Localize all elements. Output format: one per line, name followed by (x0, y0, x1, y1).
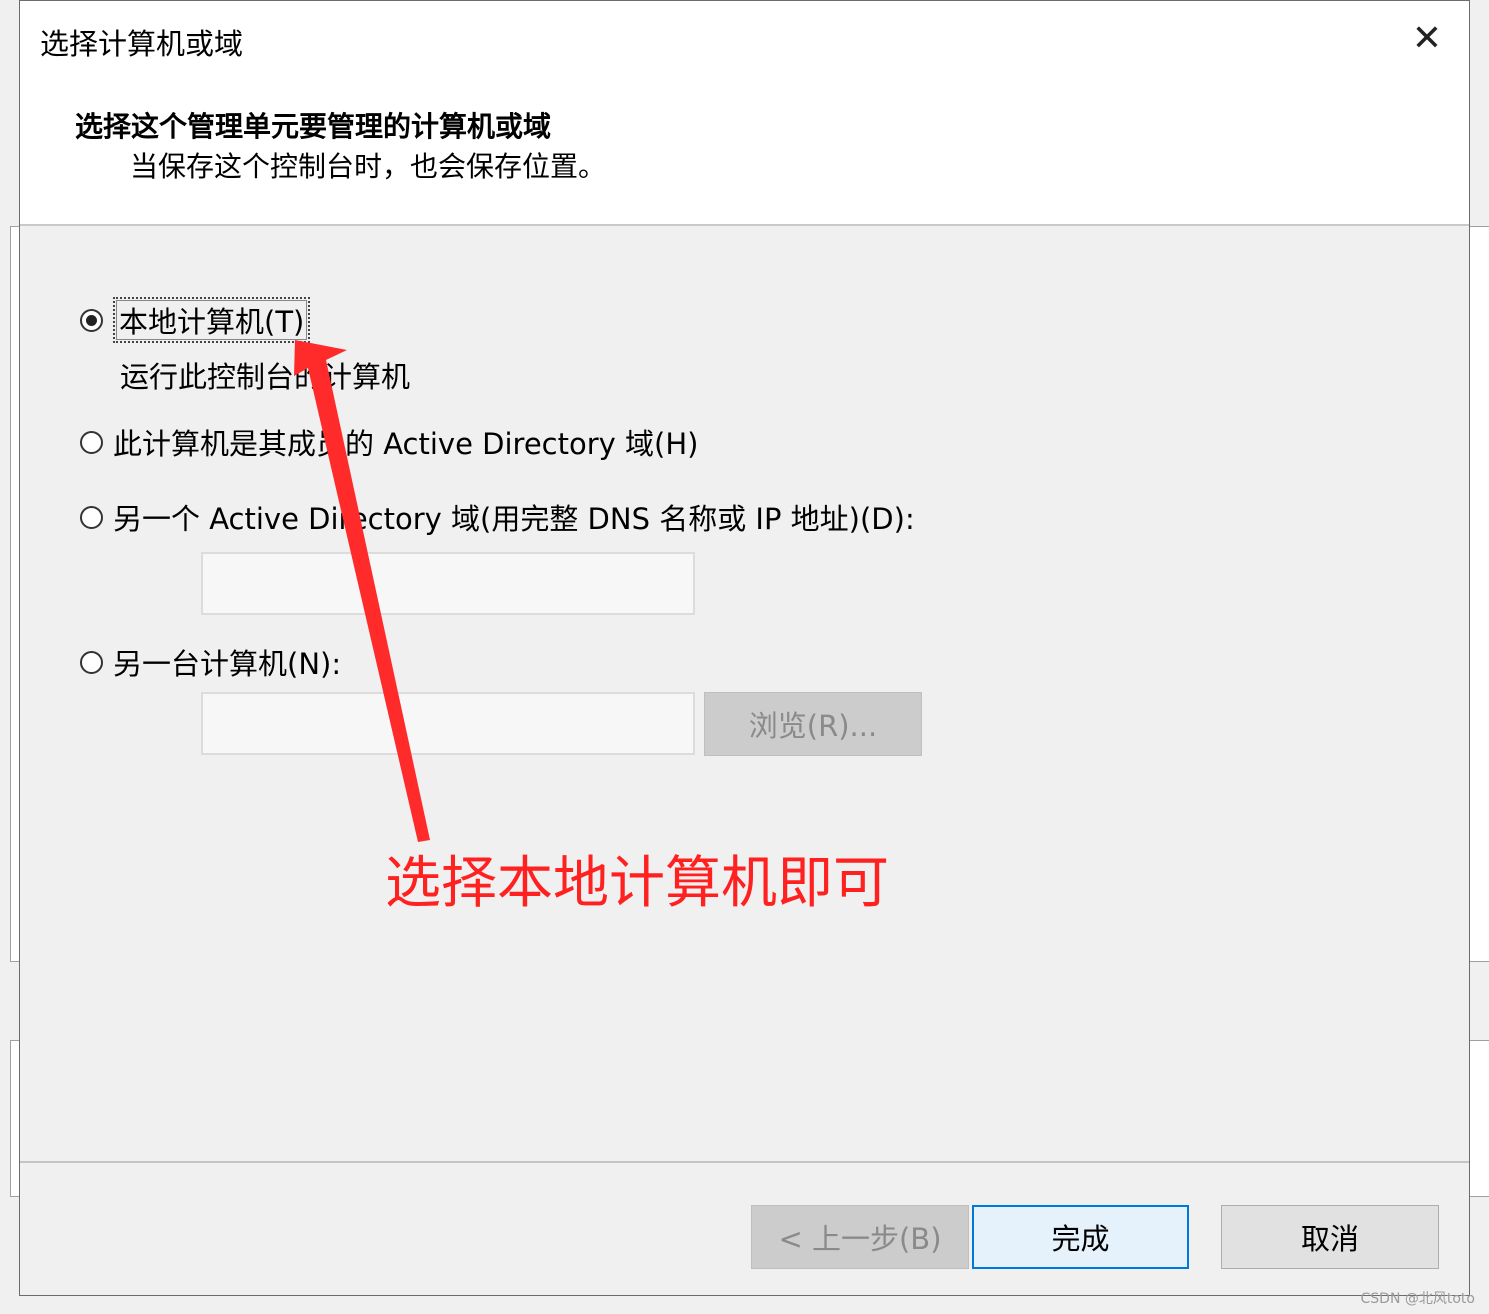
dialog-title: 选择计算机或域 (40, 27, 244, 61)
background-panel-right-lower (1470, 1040, 1489, 1197)
header-subtitle: 当保存这个控制台时，也会保存位置。 (130, 150, 607, 183)
cancel-button[interactable]: 取消 (1221, 1205, 1439, 1269)
header-title: 选择这个管理单元要管理的计算机或域 (75, 110, 552, 143)
radio-other-computer-label[interactable]: 另一台计算机(N): (113, 641, 341, 683)
watermark: CSDN @北风toto (1360, 1291, 1475, 1307)
browse-button[interactable]: 浏览(R)... (704, 692, 922, 756)
dialog-header: 选择这个管理单元要管理的计算机或域 当保存这个控制台时，也会保存位置。 (20, 81, 1469, 226)
select-computer-dialog: 选择计算机或域 ✕ 选择这个管理单元要管理的计算机或域 当保存这个控制台时，也会… (19, 0, 1470, 1296)
back-button[interactable]: < 上一步(B) (751, 1205, 969, 1269)
computer-name-input[interactable] (201, 692, 695, 755)
radio-other-domain-label[interactable]: 另一个 Active Directory 域(用完整 DNS 名称或 IP 地址… (113, 496, 915, 538)
radio-other-computer[interactable]: 另一台计算机(N): (80, 641, 341, 683)
radio-selected-icon[interactable] (80, 308, 103, 332)
radio-member-domain[interactable]: 此计算机是其成员的 Active Directory 域(H) (80, 421, 698, 463)
radio-other-domain[interactable]: 另一个 Active Directory 域(用完整 DNS 名称或 IP 地址… (80, 496, 915, 538)
domain-input[interactable] (201, 552, 695, 615)
title-bar: 选择计算机或域 ✕ (20, 1, 1469, 81)
radio-unselected-icon[interactable] (80, 505, 103, 529)
radio-local-computer[interactable]: 本地计算机(T) (80, 297, 311, 343)
radio-local-computer-label[interactable]: 本地计算机(T) (113, 297, 311, 343)
close-icon[interactable]: ✕ (1405, 17, 1449, 61)
radio-member-domain-label[interactable]: 此计算机是其成员的 Active Directory 域(H) (113, 421, 698, 463)
annotation-text: 选择本地计算机即可 (385, 851, 889, 916)
footer-separator (20, 1161, 1469, 1163)
background-panel-right (1470, 226, 1489, 962)
local-computer-description: 运行此控制台的计算机 (120, 360, 411, 394)
radio-unselected-icon[interactable] (80, 650, 103, 674)
finish-button[interactable]: 完成 (972, 1205, 1189, 1269)
radio-unselected-icon[interactable] (80, 430, 103, 454)
